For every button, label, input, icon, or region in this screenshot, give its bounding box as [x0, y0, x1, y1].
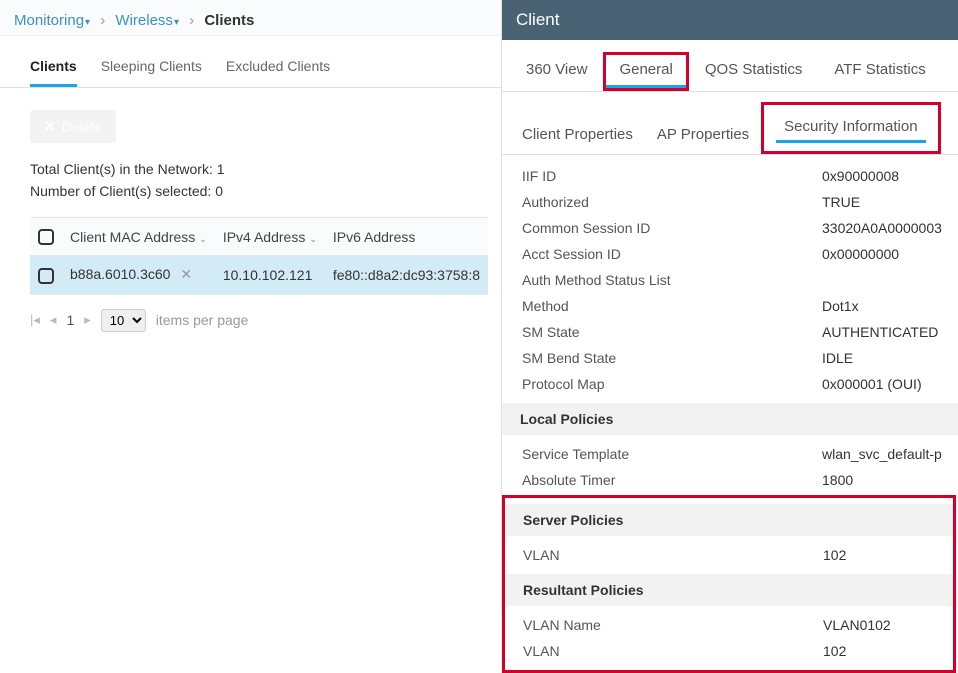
- chevron-right-icon: ›: [100, 12, 105, 29]
- authorized-label: Authorized: [522, 194, 822, 210]
- tab-client-properties[interactable]: Client Properties: [510, 118, 645, 154]
- tab-360-view[interactable]: 360 View: [510, 53, 603, 91]
- auth-method-list-label: Auth Method Status List: [522, 272, 822, 288]
- resultant-vlan-label: VLAN: [523, 643, 823, 659]
- breadcrumb-current: Clients: [204, 12, 254, 29]
- iif-id-value: 0x90000008: [822, 168, 899, 184]
- sm-state-value: AUTHENTICATED: [822, 324, 938, 340]
- common-session-label: Common Session ID: [522, 220, 822, 236]
- detail-tabs-secondary: Client Properties AP Properties Security…: [502, 92, 958, 155]
- resultant-vlan-value: 102: [823, 643, 846, 659]
- delete-button-label: Delete: [62, 119, 102, 135]
- pager-items-label: items per page: [156, 312, 249, 328]
- clients-table: Client MAC Address⌄ IPv4 Address⌄ IPv6 A…: [30, 217, 488, 295]
- tab-atf-statistics[interactable]: ATF Statistics: [818, 53, 941, 91]
- server-policies-header: Server Policies: [505, 504, 953, 536]
- chevron-right-icon: ›: [189, 12, 194, 29]
- protocol-map-label: Protocol Map: [522, 376, 822, 392]
- pager-page: 1: [66, 312, 74, 328]
- col-ipv6[interactable]: IPv6 Address: [325, 218, 488, 256]
- tools-icon[interactable]: ✕: [180, 266, 192, 282]
- total-clients-label: Total Client(s) in the Network:: [30, 161, 213, 177]
- details-panel: IIF ID0x90000008 AuthorizedTRUE Common S…: [502, 155, 958, 673]
- left-tabs: Clients Sleeping Clients Excluded Client…: [0, 36, 501, 88]
- table-row[interactable]: b88a.6010.3c60 ✕ 10.10.102.121 fe80::d8a…: [30, 256, 488, 294]
- method-label: Method: [522, 298, 822, 314]
- absolute-timer-label: Absolute Timer: [522, 472, 822, 488]
- breadcrumb-monitoring[interactable]: Monitoring▾: [14, 12, 90, 29]
- panel-title: Client: [502, 0, 958, 40]
- pager-next-icon[interactable]: ▸: [84, 312, 91, 328]
- sm-bend-label: SM Bend State: [522, 350, 822, 366]
- common-session-value: 33020A0A0000003: [822, 220, 942, 236]
- pager: |◂ ◂ 1 ▸ 10 items per page: [0, 295, 501, 346]
- service-template-label: Service Template: [522, 446, 822, 462]
- tab-clients[interactable]: Clients: [30, 58, 77, 87]
- method-value: Dot1x: [822, 298, 859, 314]
- selected-clients-label: Number of Client(s) selected:: [30, 183, 211, 199]
- local-policies-header: Local Policies: [502, 403, 958, 435]
- chevron-down-icon: ▾: [174, 17, 179, 28]
- detail-tabs-primary: 360 View General QOS Statistics ATF Stat…: [502, 40, 958, 92]
- highlighted-policies: Server Policies VLAN102 Resultant Polici…: [502, 495, 956, 673]
- page-size-select[interactable]: 10: [101, 309, 146, 332]
- service-template-value: wlan_svc_default-p: [822, 446, 942, 462]
- tab-sleeping-clients[interactable]: Sleeping Clients: [101, 58, 202, 87]
- chevron-down-icon: ⌄: [199, 234, 207, 244]
- vlan-name-value: VLAN0102: [823, 617, 891, 633]
- sm-state-label: SM State: [522, 324, 822, 340]
- select-all-checkbox[interactable]: [38, 229, 54, 245]
- chevron-down-icon: ⌄: [309, 234, 317, 244]
- col-mac[interactable]: Client MAC Address⌄: [62, 218, 215, 256]
- pager-first-icon[interactable]: |◂: [30, 312, 40, 328]
- col-ipv4[interactable]: IPv4 Address⌄: [215, 218, 325, 256]
- vlan-name-label: VLAN Name: [523, 617, 823, 633]
- acct-session-value: 0x00000000: [822, 246, 899, 262]
- selected-clients-value: 0: [215, 183, 223, 199]
- tab-excluded-clients[interactable]: Excluded Clients: [226, 58, 330, 87]
- cell-ipv6: fe80::d8a2:dc93:3758:8: [325, 256, 488, 294]
- breadcrumb: Monitoring▾ › Wireless▾ › Clients: [0, 0, 501, 36]
- tab-qos-statistics[interactable]: QOS Statistics: [689, 53, 819, 91]
- protocol-map-value: 0x000001 (OUI): [822, 376, 922, 392]
- close-icon: ✕: [44, 118, 56, 135]
- breadcrumb-wireless[interactable]: Wireless▾: [115, 12, 179, 29]
- tab-general[interactable]: General: [603, 52, 688, 91]
- delete-button[interactable]: ✕ Delete: [30, 110, 116, 143]
- server-vlan-label: VLAN: [523, 547, 823, 563]
- acct-session-label: Acct Session ID: [522, 246, 822, 262]
- tab-ap-properties[interactable]: AP Properties: [645, 118, 761, 154]
- authorized-value: TRUE: [822, 194, 860, 210]
- tab-security-information[interactable]: Security Information: [761, 102, 940, 154]
- resultant-policies-header: Resultant Policies: [505, 574, 953, 606]
- chevron-down-icon: ▾: [85, 17, 90, 28]
- cell-ipv4: 10.10.102.121: [215, 256, 325, 294]
- absolute-timer-value: 1800: [822, 472, 853, 488]
- pager-prev-icon[interactable]: ◂: [50, 312, 57, 328]
- sm-bend-value: IDLE: [822, 350, 853, 366]
- iif-id-label: IIF ID: [522, 168, 822, 184]
- total-clients-value: 1: [217, 161, 225, 177]
- row-checkbox[interactable]: [38, 268, 54, 284]
- server-vlan-value: 102: [823, 547, 846, 563]
- cell-mac: b88a.6010.3c60: [70, 266, 170, 282]
